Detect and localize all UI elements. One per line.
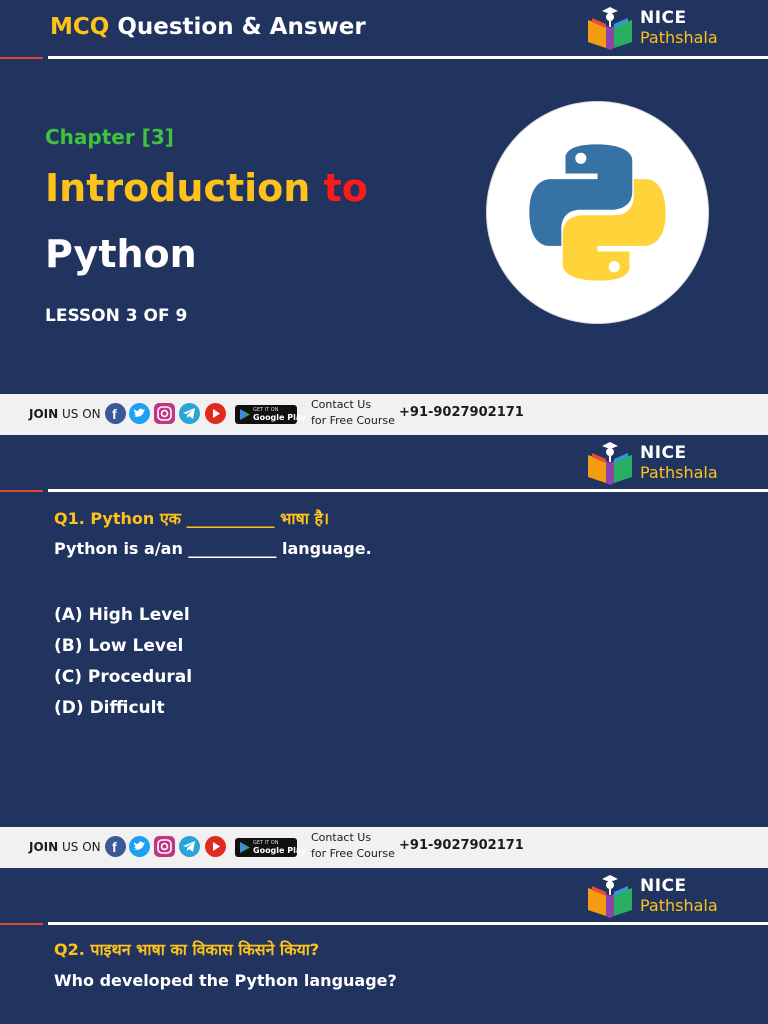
title-word-introduction: Introduction [45,166,311,210]
footer-bar: JOIN US ON f GET IT ON Google Play Conta… [0,394,768,435]
svg-text:f: f [112,406,117,422]
option-a[interactable]: (A) High Level [54,605,190,625]
google-play-badge[interactable]: GET IT ON Google Play [235,405,306,424]
facebook-icon[interactable]: f [105,836,126,857]
instagram-icon[interactable] [154,836,175,857]
question-slide-1: NICE Pathshala Q1. Python एक ___________… [0,435,768,827]
telegram-icon[interactable] [179,403,200,424]
logo-nice-text: NICE [640,876,687,896]
question-hindi: Q1. Python एक ___________ भाषा है। [54,509,330,528]
option-d[interactable]: (D) Difficult [54,698,165,718]
divider-red [0,57,43,59]
book-logo-icon [588,442,632,485]
logo-nice-text: NICE [640,8,687,28]
chapter-label: Chapter [3] [45,125,174,149]
facebook-icon[interactable]: f [105,403,126,424]
mcq-label: MCQ [50,14,110,40]
option-c[interactable]: (C) Procedural [54,667,192,687]
option-b[interactable]: (B) Low Level [54,636,183,656]
logo-nice-text: NICE [640,443,687,463]
book-logo-icon [588,875,632,918]
divider-white [48,922,768,925]
play-store-icon [240,842,250,853]
logo-pathshala-text: Pathshala [640,463,718,482]
nice-pathshala-logo: NICE Pathshala [584,6,744,56]
nice-pathshala-logo: NICE Pathshala [584,874,744,924]
phone-number[interactable]: +91-9027902171 [399,838,524,853]
footer-bar: JOIN US ON f GET IT ON Google Play Conta… [0,827,768,868]
instagram-icon[interactable] [154,403,175,424]
twitter-icon[interactable] [129,403,150,424]
question-slide-2: NICE Pathshala Q2. पाइथन भाषा का विकास क… [0,868,768,1024]
cover-slide: MCQ Question & Answer NICE Pathshala Cha… [0,0,768,394]
python-logo-circle [487,102,708,323]
divider-red [0,490,43,492]
nice-pathshala-logo: NICE Pathshala [584,441,744,491]
contact-text: Contact Us for Free Course [311,831,395,860]
telegram-icon[interactable] [179,836,200,857]
question-hindi: Q2. पाइथन भाषा का विकास किसने किया? [54,940,320,959]
logo-pathshala-text: Pathshala [640,28,718,47]
contact-text: Contact Us for Free Course [311,398,395,427]
join-us-label: JOIN US ON [29,840,101,854]
divider-white [48,56,768,59]
phone-number[interactable]: +91-9027902171 [399,405,524,420]
svg-text:f: f [112,839,117,855]
youtube-icon[interactable] [205,836,226,857]
divider-red [0,923,43,925]
title-rest: Question & Answer [109,14,366,40]
join-us-label: JOIN US ON [29,407,101,421]
title-word-to: to [310,166,368,210]
twitter-icon[interactable] [129,836,150,857]
divider-white [48,489,768,492]
youtube-icon[interactable] [205,403,226,424]
question-english: Python is a/an ___________ language. [54,539,372,558]
page-title: MCQ Question & Answer [50,14,366,40]
google-play-badge[interactable]: GET IT ON Google Play [235,838,306,857]
cover-title-line2: Python [45,232,197,276]
lesson-counter: LESSON 3 OF 9 [45,306,188,326]
cover-title-line1: Introduction to [45,166,368,210]
book-logo-icon [588,7,632,50]
question-english: Who developed the Python language? [54,971,397,990]
python-logo-icon [529,144,666,281]
logo-pathshala-text: Pathshala [640,896,718,915]
play-store-icon [240,409,250,420]
